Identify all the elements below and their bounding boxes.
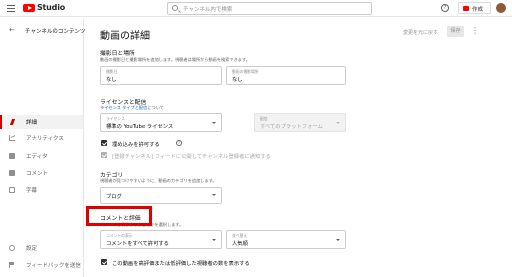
sidebar-item-editor[interactable]: エディタ bbox=[0, 149, 83, 163]
search-placeholder: チャンネル内で検索 bbox=[183, 7, 233, 13]
help-icon[interactable]: ? bbox=[441, 4, 449, 12]
sidebar-item-feedback[interactable]: フィードバックを送信 bbox=[0, 258, 83, 272]
video-camera-icon bbox=[463, 6, 469, 11]
channel-content-title[interactable]: チャンネルのコンテンツ bbox=[25, 27, 85, 35]
sidebar-item-label: フィードバックを送信 bbox=[26, 263, 81, 269]
recording-heading: 撮影日と場所 bbox=[100, 51, 135, 57]
embed-label: 埋め込みを許可する bbox=[112, 142, 160, 148]
subtitles-icon bbox=[9, 187, 15, 193]
notify-subscribers-label: [登録チャンネル] フィードに公開してチャンネル登録者に通知する bbox=[112, 154, 271, 160]
comment-icon bbox=[9, 170, 15, 176]
flag-icon bbox=[9, 262, 15, 268]
sidebar-item-subtitles[interactable]: 字幕 bbox=[0, 183, 83, 197]
sidebar-item-settings[interactable]: 設定 bbox=[0, 241, 83, 255]
embed-checkbox[interactable] bbox=[101, 140, 107, 146]
create-label: 作成 bbox=[472, 7, 484, 13]
sidebar-item-label: 字幕 bbox=[26, 188, 38, 194]
field-value: 人気順 bbox=[232, 241, 248, 247]
analytics-icon bbox=[9, 135, 15, 141]
sidebar-item-details[interactable]: 詳細 bbox=[0, 115, 83, 129]
recording-location-field[interactable]: 動画の撮影場所 なし bbox=[226, 66, 346, 85]
sidebar: ← チャンネルのコンテンツ 詳細 アナリティクス エディタ コメント 字幕 設定… bbox=[0, 18, 85, 277]
save-button[interactable]: 保存 bbox=[447, 26, 464, 37]
help-circle-icon[interactable]: ? bbox=[176, 140, 182, 146]
chevron-down-icon bbox=[212, 194, 216, 196]
field-value: すべてのプラットフォーム bbox=[260, 124, 323, 130]
highlight-box bbox=[86, 206, 152, 226]
search-icon bbox=[172, 5, 178, 11]
comment-visibility-select[interactable]: コメントの表示 コメントをすべて許可する bbox=[100, 230, 222, 249]
back-arrow-icon[interactable]: ← bbox=[9, 26, 15, 34]
distribution-select: 配信 すべてのプラットフォーム bbox=[254, 113, 346, 132]
license-subtitle: ライセンス タイプと配信について bbox=[100, 105, 164, 111]
avatar[interactable] bbox=[496, 3, 506, 13]
gear-icon bbox=[9, 245, 15, 251]
sidebar-item-label: コメント bbox=[26, 171, 49, 177]
license-subtitle-rest: について bbox=[147, 105, 164, 110]
more-vert-icon[interactable]: ⋮ bbox=[471, 27, 479, 35]
field-value: ブログ bbox=[106, 194, 122, 200]
comment-sort-select[interactable]: 並べ替え 人気順 bbox=[226, 230, 346, 249]
chevron-down-icon bbox=[212, 239, 216, 241]
menu-icon[interactable] bbox=[7, 5, 15, 12]
license-select[interactable]: ライセンス 標準の YouTube ライセンス bbox=[100, 113, 222, 132]
sidebar-item-comments[interactable]: コメント bbox=[0, 166, 83, 180]
field-value: 標準の YouTube ライセンス bbox=[106, 124, 174, 130]
chevron-down-icon bbox=[336, 239, 340, 241]
recording-date-field[interactable]: 撮影日 なし bbox=[100, 66, 222, 85]
top-bar: Studio チャンネル内で検索 ? 作成 bbox=[0, 0, 512, 17]
license-help-link[interactable]: ライセンス タイプと配信 bbox=[100, 105, 147, 110]
chevron-down-icon bbox=[212, 122, 216, 124]
undo-changes-button[interactable]: 変更を元に戻す bbox=[403, 29, 438, 36]
page-title: 動画の詳細 bbox=[100, 31, 150, 42]
sidebar-item-label: エディタ bbox=[26, 154, 48, 160]
recording-subtitle: 動画の撮影日と撮影場所を追加します。視聴者は場所から動画を検索できます。 bbox=[100, 57, 250, 62]
field-value: コメントをすべて許可する bbox=[106, 241, 169, 247]
notify-subscribers-checkbox bbox=[101, 152, 107, 158]
youtube-logo-icon[interactable] bbox=[23, 4, 35, 12]
field-value: なし bbox=[232, 77, 243, 83]
pencil-icon bbox=[9, 119, 16, 125]
create-button[interactable]: 作成 bbox=[458, 2, 491, 14]
chevron-down-icon bbox=[336, 122, 340, 124]
show-ratings-checkbox[interactable] bbox=[101, 259, 107, 265]
show-ratings-label: この動画を高評価または低評価した視聴者の数を表示する bbox=[112, 261, 250, 267]
sidebar-item-label: アナリティクス bbox=[26, 136, 64, 142]
search-input[interactable]: チャンネル内で検索 bbox=[167, 2, 372, 15]
studio-brand[interactable]: Studio bbox=[37, 3, 65, 12]
category-select[interactable]: ブログ bbox=[100, 187, 222, 204]
film-icon bbox=[9, 153, 15, 159]
sidebar-item-label: 詳細 bbox=[26, 120, 38, 126]
sidebar-item-analytics[interactable]: アナリティクス bbox=[0, 131, 83, 145]
category-subtitle: 視聴者が見つけやすいように、動画のカテゴリを追加します。 bbox=[100, 178, 217, 183]
sidebar-item-label: 設定 bbox=[26, 246, 38, 252]
field-value: なし bbox=[106, 77, 117, 83]
